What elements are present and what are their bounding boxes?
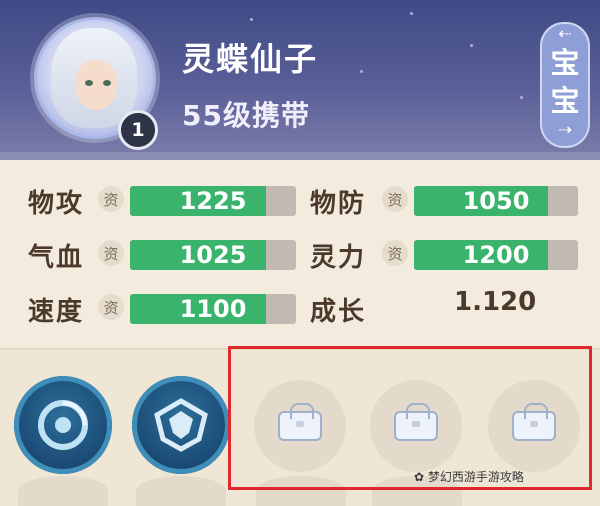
- stat-label: 物攻: [28, 189, 85, 219]
- avatar-face: [75, 60, 117, 110]
- aptitude-icon: 资: [382, 240, 408, 266]
- pet-name: 灵蝶仙子: [182, 40, 319, 78]
- arrow-left-icon: ⇠: [558, 24, 572, 43]
- tab-baobao[interactable]: ⇠ 宝 宝 ⇢: [540, 22, 590, 148]
- pet-header: 1 灵蝶仙子 55级携带 ⇠ 宝 宝 ⇢: [0, 0, 600, 160]
- aptitude-icon: 资: [98, 294, 124, 320]
- tab-label-char: 宝: [550, 84, 580, 118]
- stat-speed: 速度 资 1100: [28, 288, 298, 328]
- aptitude-value: 1200: [462, 241, 530, 269]
- avatar-eye: [103, 80, 111, 86]
- sparkle-decoration: [410, 12, 413, 15]
- highlight-box: [228, 346, 592, 490]
- sparkle-decoration: [520, 96, 523, 99]
- stat-spirit: 灵力 资 1200: [310, 234, 580, 274]
- aptitude-bar: 1025: [130, 240, 296, 270]
- skill-slot-partial[interactable]: [136, 476, 226, 506]
- aptitude-value: 1025: [179, 241, 247, 269]
- shield-swirl-icon: [38, 400, 88, 450]
- aptitude-value: 1050: [462, 187, 530, 215]
- aptitude-icon: 资: [98, 186, 124, 212]
- aptitude-value: 1100: [179, 295, 247, 323]
- watermark-text: ✿ 梦幻西游手游攻略: [414, 470, 524, 484]
- aptitude-icon: 资: [98, 240, 124, 266]
- aptitude-icon: 资: [382, 186, 408, 212]
- aptitude-bar: 1200: [414, 240, 578, 270]
- pet-carry-level: 55级携带: [182, 99, 310, 132]
- stat-label: 成长: [310, 297, 367, 327]
- skill-slot-partial[interactable]: [18, 476, 108, 506]
- crest-icon: [154, 398, 208, 452]
- stat-physical-defense: 物防 资 1050: [310, 180, 580, 220]
- growth-value: 1.120: [454, 287, 537, 317]
- avatar-eye: [85, 80, 93, 86]
- sparkle-decoration: [470, 44, 473, 47]
- stat-hp: 气血 资 1025: [28, 234, 298, 274]
- aptitude-value: 1225: [179, 187, 247, 215]
- sparkle-decoration: [360, 70, 363, 73]
- aptitude-bar: 1100: [130, 294, 296, 324]
- stat-label: 速度: [28, 297, 85, 327]
- stats-panel: 物攻 资 1225 物防 资 1050 气血 资 1025 灵力 资 1200 …: [0, 160, 600, 348]
- stat-label: 物防: [310, 189, 367, 219]
- stat-label: 气血: [28, 243, 85, 273]
- skill-slot-2[interactable]: [132, 376, 230, 474]
- sparkle-decoration: [250, 18, 253, 21]
- stat-growth: 成长: [310, 288, 580, 328]
- arrow-right-icon: ⇢: [558, 120, 572, 139]
- stat-physical-attack: 物攻 资 1225: [28, 180, 298, 220]
- avatar-rank-badge: 1: [118, 110, 158, 150]
- tab-label-char: 宝: [550, 46, 580, 80]
- skill-slot-1[interactable]: [14, 376, 112, 474]
- aptitude-bar: 1225: [130, 186, 296, 216]
- stat-label: 灵力: [310, 243, 367, 273]
- aptitude-bar: 1050: [414, 186, 578, 216]
